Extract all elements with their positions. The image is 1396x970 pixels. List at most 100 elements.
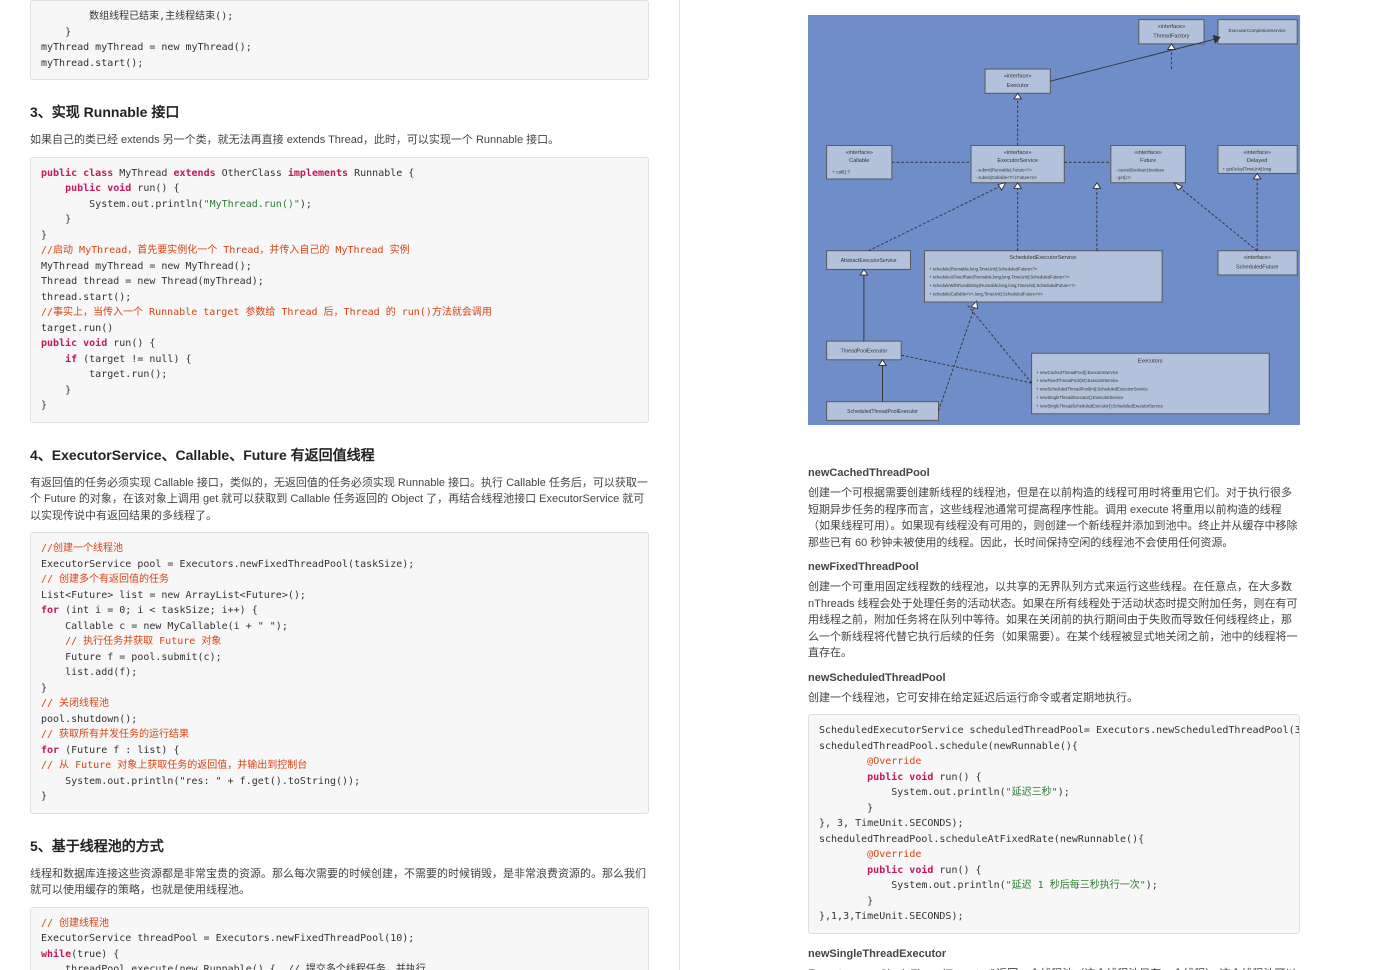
box-exec-m3: + newScheduledThreadPool(int):ScheduledE… [1036, 387, 1148, 392]
box-exec-m4: + newSingleThreadExecutor():ExecutorServ… [1036, 395, 1124, 400]
box-es-l1: «interface» [1004, 150, 1032, 156]
kw: public void [819, 865, 933, 876]
code-line: } [41, 27, 71, 38]
code-line: myThread myThread = new myThread(); [41, 42, 252, 53]
kw: implements [288, 168, 348, 179]
box-sf-l1: «interface» [1243, 255, 1271, 261]
box-sched-l1: ScheduledExecutorService [1009, 255, 1076, 261]
cmt: // 创建线程池 [41, 918, 109, 929]
t: ExecutorService pool = Executors.newFixe… [41, 559, 414, 570]
str: "MyThread.run()" [204, 199, 300, 210]
cmt: // 执行任务并获取 Future 对象 [41, 636, 221, 647]
uml-diagram: «interface» ThreadFactory ExecutorComple… [808, 0, 1300, 440]
t: MyThread myThread = new MyThread(); [41, 261, 252, 272]
t: (Future f : list) { [59, 745, 179, 756]
t: target.run() [41, 323, 113, 334]
t: scheduledThreadPool.schedule(newRunnable… [819, 741, 1078, 752]
t: },1,3,TimeUnit.SECONDS); [819, 911, 964, 922]
heading-5: 5、基于线程池的方式 [30, 836, 649, 856]
box-future-l2: Future [1140, 158, 1156, 164]
pp-single: Executors.newSingleThreadExecutor()返回一个线… [808, 966, 1300, 970]
box-tpe: ThreadPoolExecutor [841, 348, 888, 354]
pp-cached: 创建一个可根据需要创建新线程的线程池，但是在以前构造的线程可用时将重用它们。对于… [808, 485, 1300, 551]
kw: while [41, 949, 71, 960]
t: Future f = pool.submit(c); [41, 652, 222, 663]
box-delayed-l1: «interface» [1243, 150, 1271, 156]
kw: if [41, 354, 77, 365]
pp-fixed: 创建一个可重用固定线程数的线程池，以共享的无界队列方式来运行这些线程。在任意点，… [808, 579, 1300, 662]
kw: for [41, 605, 59, 616]
code-line: 数组线程已结束,主线程结束(); [41, 11, 233, 22]
box-callable-m: + call():T [832, 169, 850, 174]
t: } [41, 230, 47, 241]
t: MyThread [113, 168, 173, 179]
t: pool.shutdown(); [41, 714, 137, 725]
cmt: //启动 MyThread，首先要实例化一个 Thread，并传入自己的 MyT… [41, 245, 410, 256]
kw: public void [41, 338, 107, 349]
box-es-l2: ExecutorService [997, 158, 1038, 164]
box-abstract: AbstractExecutorService [841, 258, 897, 264]
t: } [819, 803, 873, 814]
code-scheduled: ScheduledExecutorService scheduledThread… [808, 714, 1300, 934]
box-es-m2: - submit(Callable<T>):Future<V> [976, 175, 1038, 180]
kw: extends [173, 168, 215, 179]
t: thread.start(); [41, 292, 131, 303]
pp-sched: 创建一个线程池，它可安排在给定延迟后运行命令或者定期地执行。 [808, 690, 1300, 707]
t: run() { [933, 865, 981, 876]
cmt: // 从 Future 对象上获取任务的返回值，并输出到控制台 [41, 760, 307, 771]
sh-single: newSingleThreadExecutor [808, 948, 1300, 960]
t: }, 3, TimeUnit.SECONDS); [819, 818, 964, 829]
t: List<Future> list = new ArrayList<Future… [41, 590, 306, 601]
box-exec-l1: Executors [1138, 359, 1163, 365]
t [819, 849, 867, 860]
t: ExecutorService threadPool = Executors.n… [41, 933, 414, 944]
sh-cached: newCachedThreadPool [808, 467, 1300, 479]
t: } [41, 400, 47, 411]
t: target.run(); [41, 369, 167, 380]
t: } [41, 385, 71, 396]
t: scheduledThreadPool.scheduleAtFixedRate(… [819, 834, 1144, 845]
box-future-m2: - get():V [1116, 175, 1131, 180]
sh-sched: newScheduledThreadPool [808, 672, 1300, 684]
kw: public class [41, 168, 113, 179]
t: (true) { [71, 949, 119, 960]
t: Callable c = new MyCallable(i + " "); [41, 621, 288, 632]
cmt: @Override [867, 756, 921, 767]
t: } [41, 214, 71, 225]
code-runnable: public class MyThread extends OtherClass… [30, 157, 649, 423]
para-5: 线程和数据库连接这些资源都是非常宝贵的资源。那么每次需要的时候创建，不需要的时候… [30, 866, 649, 899]
code-threadpool: // 创建线程池 ExecutorService threadPool = Ex… [30, 907, 649, 970]
cmt: @Override [867, 849, 921, 860]
box-exec-m1: + newCachedThreadPool():ExecutorService [1036, 370, 1118, 375]
t: run() { [933, 772, 981, 783]
t: Thread thread = new Thread(myThread); [41, 276, 264, 287]
t: run() { [107, 338, 155, 349]
t: run() { [131, 183, 179, 194]
code-top: 数组线程已结束,主线程结束(); } myThread myThread = n… [30, 0, 649, 80]
box-delayed-l2: Delayed [1247, 158, 1267, 164]
t: } [41, 683, 47, 694]
box-es-m1: - submit(Runnable):Future<?> [976, 168, 1033, 173]
t: System.out.println( [819, 880, 1006, 891]
str: "延迟 1 秒后每三秒执行一次" [1006, 880, 1146, 891]
t: OtherClass [216, 168, 288, 179]
box-future-m: - cancel(boolean):boolean [1116, 168, 1165, 173]
t: (target != null) { [77, 354, 191, 365]
t: threadPool.execute(new Runnable() { // 提… [41, 964, 426, 970]
page-right: «interface» ThreadFactory ExecutorComple… [790, 0, 1318, 970]
t: ScheduledExecutorService scheduledThread… [819, 725, 1300, 736]
t: ); [1058, 787, 1070, 798]
box-delayed-m: + getDelay(TimeUnit):long [1223, 167, 1272, 172]
t [819, 756, 867, 767]
kw: for [41, 745, 59, 756]
cmt: //事实上，当传入一个 Runnable target 参数给 Thread 后… [41, 307, 492, 318]
box-exec-m5: + newSingleThreadScheduledExecutor():Sch… [1036, 403, 1163, 408]
box-sched-m3: + scheduleWithFixedDelay(Runnable,long,l… [929, 283, 1076, 288]
box-exec-m2: + newFixedThreadPool(int):ExecutorServic… [1036, 378, 1119, 383]
sh-fixed: newFixedThreadPool [808, 561, 1300, 573]
box-executor-l2: Executor [1007, 83, 1029, 89]
para-3: 如果自己的类已经 extends 另一个类，就无法再直接 extends Thr… [30, 132, 649, 149]
t: list.add(f); [41, 667, 137, 678]
code-line: myThread.start(); [41, 58, 143, 69]
page-left: 数组线程已结束,主线程结束(); } myThread myThread = n… [0, 0, 680, 970]
